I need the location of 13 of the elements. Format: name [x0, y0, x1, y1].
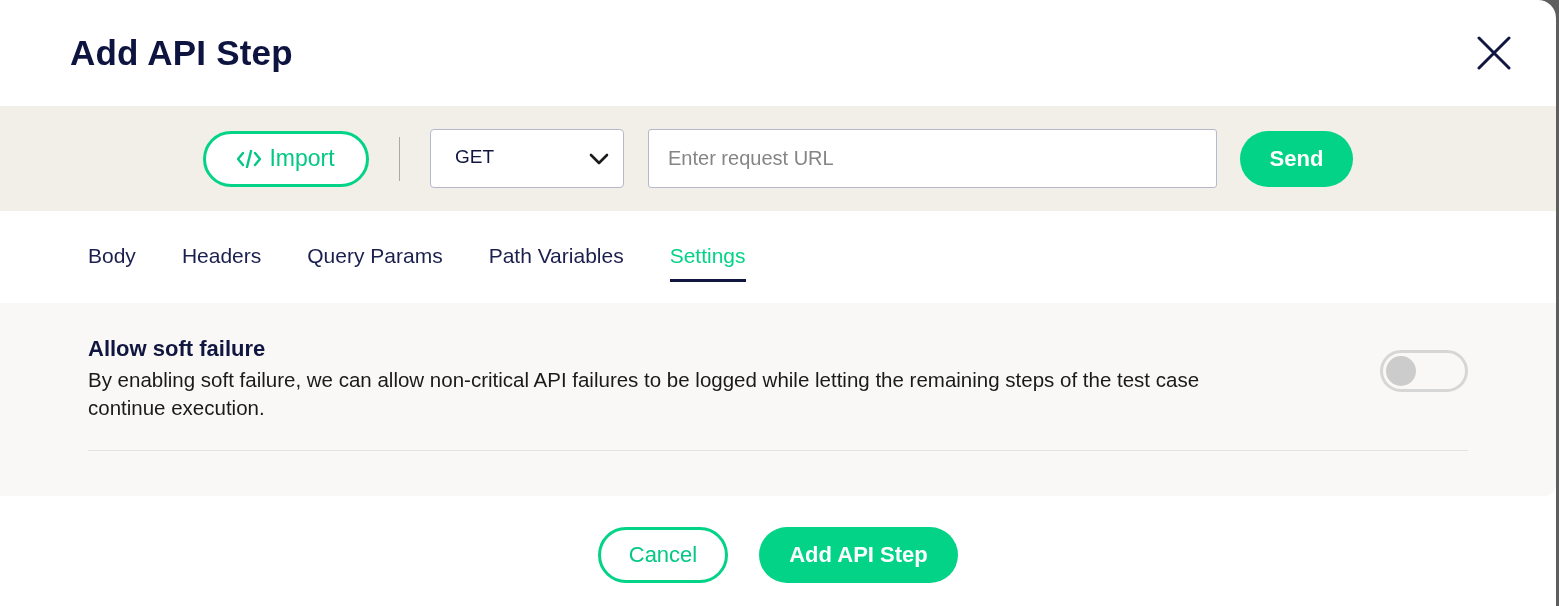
setting-title: Allow soft failure	[88, 335, 267, 363]
chevron-down-icon	[589, 152, 609, 165]
tab[interactable]: Headers	[181, 244, 262, 282]
method-dropdown[interactable]: GET	[430, 129, 624, 188]
url-input-field[interactable]: Enter request URL	[648, 129, 1217, 188]
tab[interactable]: Body	[88, 244, 136, 282]
code-icon	[237, 149, 262, 168]
tab[interactable]: Query Params	[307, 244, 443, 282]
tab[interactable]: Path Variables	[488, 244, 624, 282]
close-icon[interactable]	[1477, 36, 1511, 70]
setting-description: By enabling soft failure, we can allow non-critical API failures to be logged while letting the remaining steps of the test case continue execution.	[88, 367, 1201, 421]
toggle-switch[interactable]	[1380, 350, 1468, 392]
dialog-title: Add API Step	[70, 33, 293, 73]
